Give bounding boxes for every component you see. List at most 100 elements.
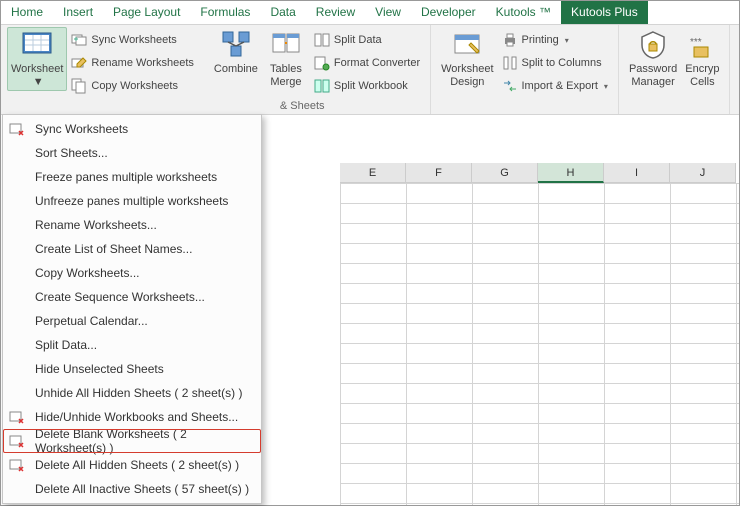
- encrypt-cells-button[interactable]: *** Encryp Cells: [681, 27, 723, 91]
- menu-item-label: Copy Worksheets...: [35, 266, 139, 280]
- menu-item-label: Create Sequence Worksheets...: [35, 290, 205, 304]
- tab-kutools-plus[interactable]: Kutools Plus: [561, 1, 648, 24]
- split-data-icon: [314, 32, 330, 48]
- menu-item-delete-all-inactive-sheets-sheet-s[interactable]: Delete All Inactive Sheets ( 57 sheet(s)…: [3, 477, 261, 501]
- tab-home[interactable]: Home: [1, 1, 53, 24]
- design-label: Worksheet Design: [441, 63, 493, 89]
- menu-icon: [9, 169, 27, 185]
- worksheet-button[interactable]: Worksheet ▼: [7, 27, 67, 91]
- combine-label: Combine: [214, 63, 258, 76]
- menu-item-create-list-of-sheet-names[interactable]: Create List of Sheet Names...: [3, 237, 261, 261]
- menu-item-label: Sort Sheets...: [35, 146, 108, 160]
- menu-icon: [9, 361, 27, 377]
- menu-item-rename-worksheets[interactable]: Rename Worksheets...: [3, 213, 261, 237]
- lock-icon: [637, 29, 669, 61]
- menu-icon: [9, 121, 27, 137]
- worksheet-dropdown-menu: Sync Worksheets Sort Sheets... Freeze pane…: [2, 114, 262, 504]
- menu-icon: [9, 433, 27, 449]
- tab-review[interactable]: Review: [306, 1, 365, 24]
- tables-merge-icon: [270, 29, 302, 61]
- tab-view[interactable]: View: [365, 1, 411, 24]
- password-manager-label: Password Manager: [629, 63, 677, 89]
- encrypt-icon: ***: [686, 29, 718, 61]
- menu-item-perpetual-calendar[interactable]: Perpetual Calendar...: [3, 309, 261, 333]
- import-export-icon: [502, 78, 518, 94]
- menu-item-sort-sheets[interactable]: Sort Sheets...: [3, 141, 261, 165]
- menu-item-label: Delete Blank Worksheets ( 2 Worksheet(s)…: [35, 427, 251, 455]
- menu-item-hide-unselected-sheets[interactable]: Hide Unselected Sheets: [3, 357, 261, 381]
- format-converter-icon: [314, 55, 330, 71]
- tab-insert[interactable]: Insert: [53, 1, 103, 24]
- menu-item-label: Freeze panes multiple worksheets: [35, 170, 217, 184]
- worksheet-design-button[interactable]: Worksheet Design: [437, 27, 497, 91]
- menu-icon: [9, 241, 27, 257]
- menu-icon: [9, 481, 27, 497]
- chevron-down-icon: ▼: [33, 76, 44, 89]
- column-header-F[interactable]: F: [406, 163, 472, 183]
- split-columns-icon: [502, 55, 518, 71]
- rename-icon: [71, 55, 87, 71]
- menu-icon: [9, 337, 27, 353]
- column-header-E[interactable]: E: [340, 163, 406, 183]
- worksheet-icon: [21, 29, 53, 61]
- tab-formulas[interactable]: Formulas: [190, 1, 260, 24]
- combine-button[interactable]: Combine: [210, 27, 262, 78]
- sync-icon: [71, 32, 87, 48]
- menu-item-label: Unhide All Hidden Sheets ( 2 sheet(s) ): [35, 386, 242, 400]
- menu-item-split-data[interactable]: Split Data...: [3, 333, 261, 357]
- menu-item-unfreeze-panes-multiple-worksheets[interactable]: Unfreeze panes multiple worksheets: [3, 189, 261, 213]
- menu-icon: [9, 193, 27, 209]
- tab-page-layout[interactable]: Page Layout: [103, 1, 190, 24]
- menu-item-label: Unfreeze panes multiple worksheets: [35, 194, 228, 208]
- menu-icon: [9, 265, 27, 281]
- menu-item-label: Delete All Inactive Sheets ( 57 sheet(s)…: [35, 482, 249, 496]
- worksheet-label: Worksheet: [11, 63, 63, 76]
- spreadsheet-grid[interactable]: EFGHIJ: [340, 163, 739, 505]
- menu-item-label: Hide Unselected Sheets: [35, 362, 164, 376]
- menu-item-freeze-panes-multiple-worksheets[interactable]: Freeze panes multiple worksheets: [3, 165, 261, 189]
- column-header-G[interactable]: G: [472, 163, 538, 183]
- tab-kutools-[interactable]: Kutools ™: [486, 1, 561, 24]
- menu-item-label: Split Data...: [35, 338, 97, 352]
- menu-item-create-sequence-worksheets[interactable]: Create Sequence Worksheets...: [3, 285, 261, 309]
- menu-item-hide-unhide-workbooks-and-sheets[interactable]: Hide/Unhide Workbooks and Sheets...: [3, 405, 261, 429]
- menu-item-sync-worksheets[interactable]: Sync Worksheets: [3, 117, 261, 141]
- tab-data[interactable]: Data: [260, 1, 305, 24]
- format-converter-button[interactable]: Format Converter: [310, 53, 424, 73]
- menu-item-label: Hide/Unhide Workbooks and Sheets...: [35, 410, 238, 424]
- tables-merge-button[interactable]: Tables Merge: [262, 27, 310, 91]
- menu-item-delete-all-hidden-sheets-sheet-s[interactable]: Delete All Hidden Sheets ( 2 sheet(s) ): [3, 453, 261, 477]
- chevron-down-icon: ▾: [565, 36, 569, 45]
- menu-icon: [9, 313, 27, 329]
- menu-item-copy-worksheets[interactable]: Copy Worksheets...: [3, 261, 261, 285]
- ribbon: Worksheet ▼ Sync Worksheets Rename Works…: [1, 25, 739, 115]
- design-icon: [451, 29, 483, 61]
- rename-worksheets-button[interactable]: Rename Worksheets: [67, 53, 198, 73]
- copy-worksheets-button[interactable]: Copy Worksheets: [67, 76, 198, 96]
- tab-developer[interactable]: Developer: [411, 1, 486, 24]
- copy-icon: [71, 78, 87, 94]
- tables-merge-label: Tables Merge: [270, 63, 302, 89]
- menu-icon: [9, 217, 27, 233]
- menu-item-unhide-all-hidden-sheets-sheet-s[interactable]: Unhide All Hidden Sheets ( 2 sheet(s) ): [3, 381, 261, 405]
- sync-worksheets-button[interactable]: Sync Worksheets: [67, 30, 198, 50]
- menu-item-label: Delete All Hidden Sheets ( 2 sheet(s) ): [35, 458, 239, 472]
- split-workbook-button[interactable]: Split Workbook: [310, 76, 424, 96]
- split-data-button[interactable]: Split Data: [310, 30, 424, 50]
- combine-icon: [220, 29, 252, 61]
- menu-icon: [9, 145, 27, 161]
- password-manager-button[interactable]: Password Manager: [625, 27, 681, 91]
- column-header-H[interactable]: H: [538, 163, 604, 183]
- svg-text:***: ***: [690, 37, 702, 48]
- menu-icon: [9, 457, 27, 473]
- menu-item-label: Create List of Sheet Names...: [35, 242, 192, 256]
- column-header-I[interactable]: I: [604, 163, 670, 183]
- split-workbook-icon: [314, 78, 330, 94]
- import-export-button[interactable]: Import & Export▾: [498, 76, 612, 96]
- menu-icon: [9, 409, 27, 425]
- split-columns-button[interactable]: Split to Columns: [498, 53, 612, 73]
- menu-item-label: Perpetual Calendar...: [35, 314, 148, 328]
- column-header-J[interactable]: J: [670, 163, 736, 183]
- menu-item-delete-blank-worksheets-worksheet-s[interactable]: Delete Blank Worksheets ( 2 Worksheet(s)…: [3, 429, 261, 453]
- printing-button[interactable]: Printing▾: [498, 30, 612, 50]
